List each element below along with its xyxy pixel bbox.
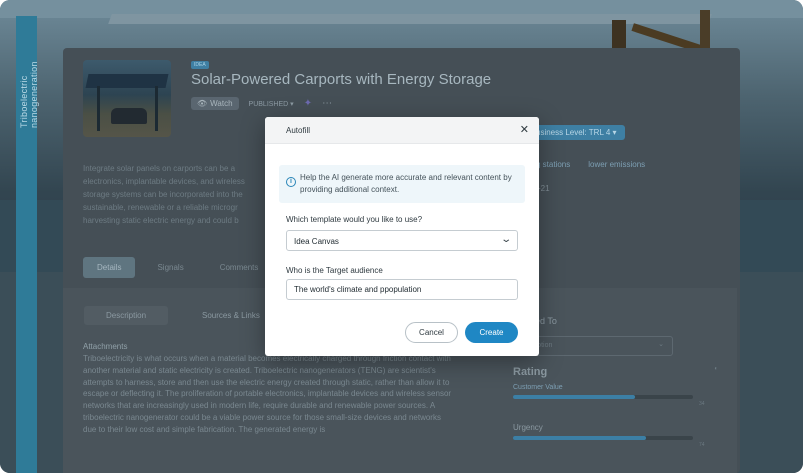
audience-input[interactable] [286, 279, 518, 300]
info-text: Help the AI generate more accurate and r… [300, 173, 512, 194]
info-callout: i Help the AI generate more accurate and… [279, 165, 525, 203]
close-icon[interactable]: ✕ [520, 123, 529, 136]
info-icon: i [286, 177, 296, 187]
autofill-modal: Autofill ✕ i Help the AI generate more a… [265, 117, 539, 356]
chevron-down-icon: ⌄ [499, 234, 512, 245]
audience-label: Who is the Target audience [286, 266, 383, 275]
modal-title: Autofill [286, 126, 311, 135]
template-select[interactable]: Idea Canvas ⌄ [286, 230, 518, 251]
cancel-button[interactable]: Cancel [405, 322, 458, 343]
template-select-value: Idea Canvas [294, 237, 339, 246]
app-frame: Triboelectric nanogeneration IDEA Solar-… [0, 0, 803, 473]
create-button[interactable]: Create [465, 322, 518, 343]
template-label: Which template would you like to use? [286, 215, 423, 224]
modal-header: Autofill ✕ [265, 117, 539, 144]
